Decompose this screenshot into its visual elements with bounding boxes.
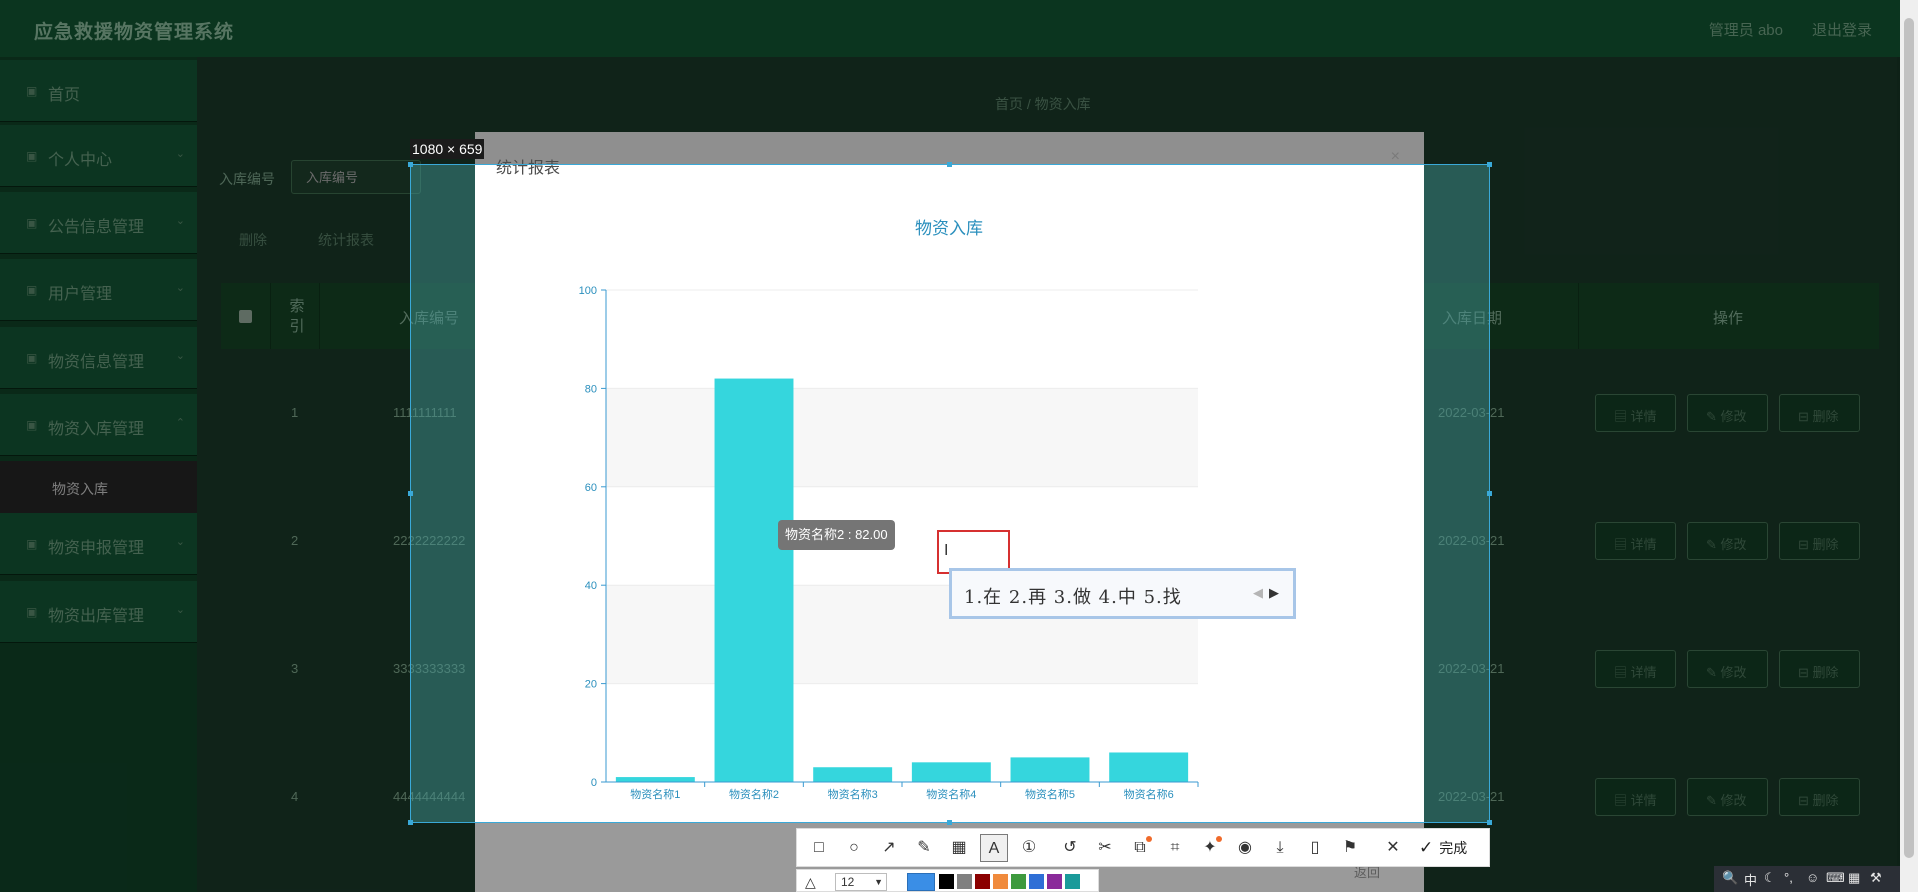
emoji-icon[interactable]: ☺ — [1806, 870, 1819, 885]
system-tray: 🔍 中 ☾ °, ☺ ⌨ ▦ ⚒ — [1714, 866, 1900, 892]
done-label: 完成 — [1439, 840, 1468, 856]
text-style-toolbar: △ 12 ▼ — [796, 869, 1099, 892]
ime-next-icon[interactable]: ▶ — [1269, 585, 1279, 601]
color-swatch[interactable] — [1029, 874, 1044, 889]
ime-lang-indicator[interactable]: 中 — [1744, 870, 1757, 889]
resize-handle[interactable] — [408, 820, 413, 825]
undo-icon[interactable]: ↺ — [1056, 834, 1084, 862]
color-swatch[interactable] — [957, 874, 972, 889]
close-icon[interactable]: ✕ — [1379, 834, 1407, 862]
ime-candidate-bar[interactable]: 1.在 2.再 3.做 4.中 5.找 ◀ ▶ — [949, 568, 1296, 619]
current-color-swatch[interactable] — [907, 873, 935, 891]
check-icon: ✓ — [1419, 838, 1434, 857]
resize-handle[interactable] — [947, 820, 952, 825]
resize-handle[interactable] — [408, 162, 413, 167]
pen-tool-icon[interactable]: ✎ — [910, 834, 938, 862]
color-swatch[interactable] — [975, 874, 990, 889]
pin-icon[interactable]: ✦ — [1196, 834, 1224, 862]
ocr-icon[interactable]: ⌗ — [1161, 834, 1189, 862]
rectangle-tool-icon[interactable]: □ — [805, 834, 833, 862]
record-icon[interactable]: ◉ — [1231, 834, 1259, 862]
color-swatch[interactable] — [1011, 874, 1026, 889]
resize-handle[interactable] — [947, 162, 952, 167]
apparel-icon[interactable]: ▦ — [1848, 870, 1860, 886]
resize-handle[interactable] — [1487, 820, 1492, 825]
moon-icon[interactable]: ☾ — [1764, 870, 1776, 886]
ime-candidates[interactable]: 1.在 2.再 3.做 4.中 5.找 — [964, 583, 1182, 609]
done-button[interactable]: ✓ 完成 — [1419, 834, 1467, 862]
arrow-tool-icon[interactable]: ↗ — [875, 834, 903, 862]
bookmark-icon[interactable]: ⚑ — [1336, 834, 1364, 862]
translate-icon[interactable]: ⧉ — [1126, 834, 1154, 862]
wrench-icon[interactable]: ⚒ — [1870, 870, 1882, 886]
font-size-value: 12 — [841, 875, 855, 889]
color-swatch[interactable] — [1065, 874, 1080, 889]
download-icon[interactable]: ⤓ — [1266, 834, 1294, 862]
capture-size-label: 1080 × 659 — [410, 139, 485, 159]
chevron-down-icon: ▼ — [874, 877, 883, 887]
keyboard-icon[interactable]: ⌨ — [1826, 870, 1845, 886]
ime-prev-icon[interactable]: ◀ — [1253, 585, 1263, 601]
scrollbar-thumb[interactable] — [1904, 18, 1914, 858]
color-swatch[interactable] — [993, 874, 1008, 889]
resize-handle[interactable] — [408, 491, 413, 496]
text-tool-icon[interactable]: A — [980, 834, 1008, 862]
text-cursor-icon: I — [944, 542, 949, 559]
number-tool-icon[interactable]: ① — [1015, 834, 1043, 862]
color-swatch[interactable] — [939, 874, 954, 889]
color-swatch[interactable] — [1047, 874, 1062, 889]
capture-toolbar: □ ○ ↗ ✎ ▦ A ① ↺ ✂ ⧉ ⌗ ✦ ◉ ⤓ ▯ ⚑ ✕ ✓ 完成 — [796, 828, 1490, 867]
capture-region-border[interactable] — [410, 164, 1490, 823]
phone-icon[interactable]: ▯ — [1301, 834, 1329, 862]
ellipse-tool-icon[interactable]: ○ — [840, 834, 868, 862]
punctuation-icon[interactable]: °, — [1784, 870, 1793, 885]
scrollbar[interactable] — [1900, 0, 1918, 892]
search-icon[interactable]: 🔍 — [1722, 870, 1738, 886]
font-size-select[interactable]: 12 ▼ — [835, 873, 887, 891]
resize-handle[interactable] — [1487, 162, 1492, 167]
font-icon: △ — [805, 874, 816, 890]
resize-handle[interactable] — [1487, 491, 1492, 496]
modal-header — [475, 132, 1424, 165]
mosaic-tool-icon[interactable]: ▦ — [945, 834, 973, 862]
cut-icon[interactable]: ✂ — [1091, 834, 1119, 862]
